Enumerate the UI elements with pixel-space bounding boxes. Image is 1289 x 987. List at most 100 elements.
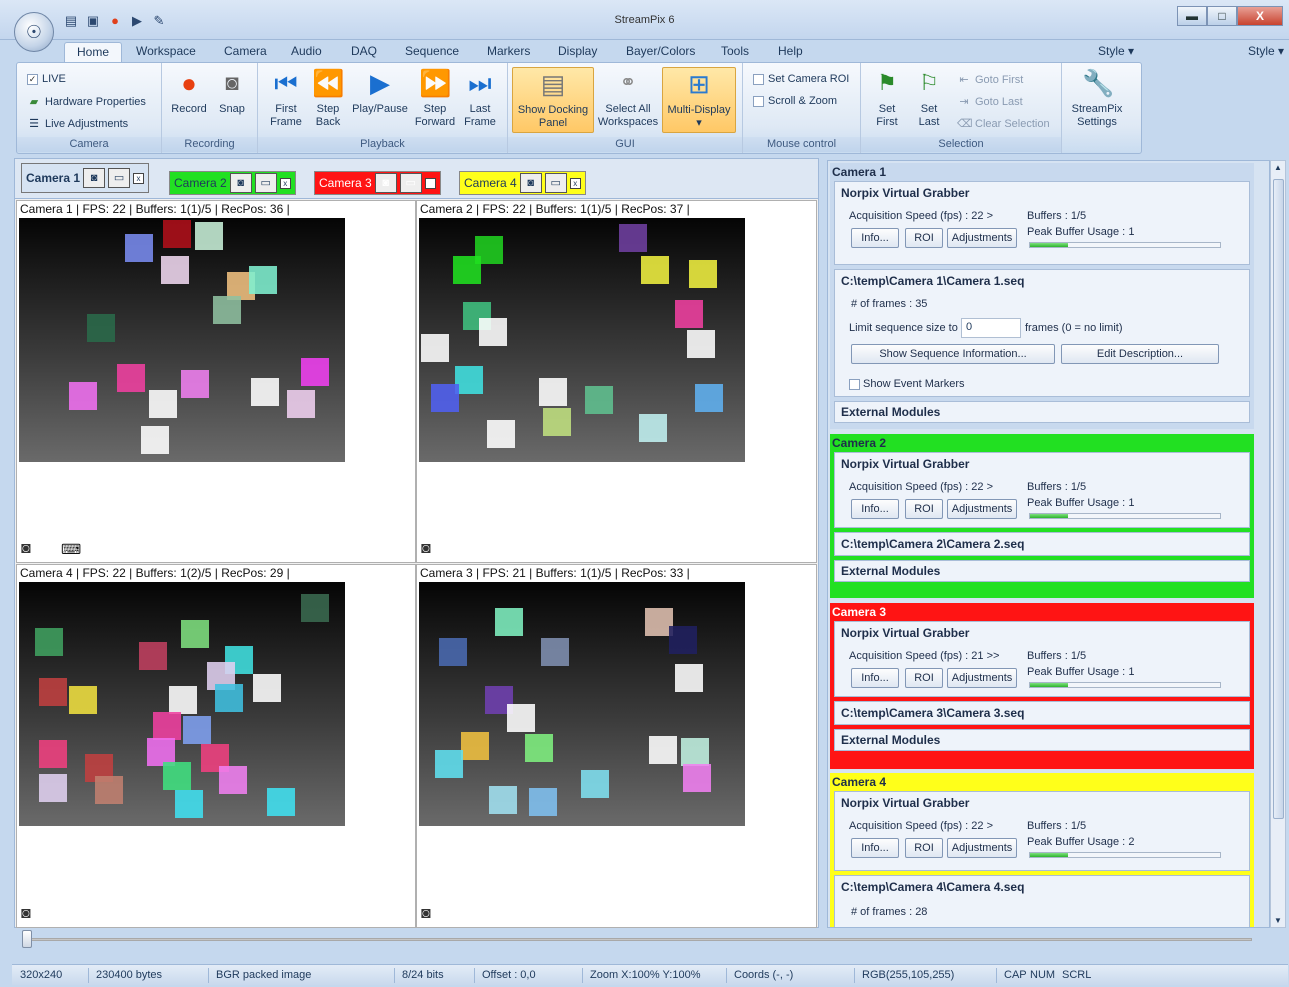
scrollbar-thumb[interactable] xyxy=(1273,179,1284,819)
live-adjustments-button[interactable]: ☰ Live Adjustments xyxy=(27,117,128,131)
camera-tab-1[interactable]: Camera 1 ◙ ▭ x xyxy=(21,163,150,193)
tab-daq[interactable]: DAQ xyxy=(351,44,377,58)
camera-1-view[interactable] xyxy=(19,218,345,462)
edit-description-button[interactable]: Edit Description... xyxy=(1061,344,1219,364)
display-icon[interactable]: ▭ xyxy=(544,173,567,193)
close-icon[interactable]: x xyxy=(133,172,145,184)
grabber-4-name: Norpix Virtual Grabber xyxy=(841,796,970,810)
tab-camera[interactable]: Camera xyxy=(224,44,267,58)
minimize-button[interactable]: ▬ xyxy=(1177,6,1207,26)
play-pause-button[interactable]: ▶ Play/Pause xyxy=(350,67,410,116)
step-forward-label: Step Forward xyxy=(414,103,456,128)
camera-tab-2[interactable]: Camera 2 ◙ ▭ x xyxy=(169,171,296,195)
display-icon[interactable]: ▭ xyxy=(108,168,131,188)
set-first-button[interactable]: ⚑ Set First xyxy=(869,67,905,129)
save-icon[interactable]: ▣ xyxy=(84,12,102,30)
display-icon[interactable]: ▭ xyxy=(399,173,422,193)
adjustments-button-1[interactable]: Adjustments xyxy=(947,228,1017,248)
last-frame-button[interactable]: ⏭ Last Frame xyxy=(460,67,500,129)
tab-tools[interactable]: Tools xyxy=(721,44,749,58)
camera-icon: ◙ xyxy=(21,905,31,922)
camera-3-view[interactable] xyxy=(419,582,745,826)
tab-workspace[interactable]: Workspace xyxy=(136,44,196,58)
close-icon[interactable]: x xyxy=(279,177,291,189)
camera-4-view[interactable] xyxy=(19,582,345,826)
adjustments-button-4[interactable]: Adjustments xyxy=(947,838,1017,858)
scroll-zoom-checkbox[interactable]: Scroll & Zoom xyxy=(753,95,837,107)
tab-bayer-colors[interactable]: Bayer/Colors xyxy=(626,44,695,58)
tools-icon[interactable]: ✎ xyxy=(150,12,168,30)
goto-first-button[interactable]: ⇤ Goto First xyxy=(957,73,1023,87)
set-camera-roi-checkbox[interactable]: Set Camera ROI xyxy=(753,73,849,85)
camera-icon[interactable]: ◙ xyxy=(374,173,397,193)
set-last-button[interactable]: ⚐ Set Last xyxy=(911,67,947,129)
maximize-button[interactable]: □ xyxy=(1207,6,1237,26)
sequence-2-box[interactable]: C:\temp\Camera 2\Camera 2.seq xyxy=(834,532,1250,556)
panel-scrollbar[interactable]: ▲ ▼ xyxy=(1270,160,1286,928)
style-dropdown[interactable]: Style ▾ xyxy=(1098,44,1134,58)
show-event-markers-checkbox[interactable]: Show Event Markers xyxy=(849,378,964,390)
open-icon[interactable]: ▤ xyxy=(62,12,80,30)
tab-markers[interactable]: Markers xyxy=(487,44,530,58)
tab-display[interactable]: Display xyxy=(558,44,597,58)
step-back-button[interactable]: ⏪ Step Back xyxy=(310,67,346,129)
roi-button-3[interactable]: ROI xyxy=(905,668,943,688)
style-label-right: Style xyxy=(1248,44,1275,58)
info-button-2[interactable]: Info... xyxy=(851,499,899,519)
hardware-properties-button[interactable]: ▰ Hardware Properties xyxy=(27,95,146,109)
display-icon[interactable]: ▭ xyxy=(254,173,277,193)
roi-button-4[interactable]: ROI xyxy=(905,838,943,858)
scroll-up-icon[interactable]: ▲ xyxy=(1274,163,1282,172)
external-modules-2[interactable]: External Modules xyxy=(834,560,1250,582)
playback-slider[interactable] xyxy=(14,928,1264,950)
play-icon[interactable]: ▶ xyxy=(128,12,146,30)
multi-display-icon: ⊞ xyxy=(688,69,710,99)
camera-icon[interactable]: ◙ xyxy=(229,173,252,193)
adjustments-button-3[interactable]: Adjustments xyxy=(947,668,1017,688)
tab-help[interactable]: Help xyxy=(778,44,803,58)
goto-last-icon: ⇥ xyxy=(959,96,969,108)
goto-last-button[interactable]: ⇥ Goto Last xyxy=(957,95,1022,109)
camera-2-view[interactable] xyxy=(419,218,745,462)
info-button-4[interactable]: Info... xyxy=(851,838,899,858)
tab-sequence[interactable]: Sequence xyxy=(405,44,459,58)
info-button-3[interactable]: Info... xyxy=(851,668,899,688)
tab-audio[interactable]: Audio xyxy=(291,44,322,58)
record-icon[interactable]: ● xyxy=(106,12,124,30)
close-icon[interactable]: x xyxy=(569,177,581,189)
clear-selection-button[interactable]: ⌫ Clear Selection xyxy=(957,117,1050,131)
camera-2-heading: Camera 2 xyxy=(832,436,887,450)
show-sequence-info-button[interactable]: Show Sequence Information... xyxy=(851,344,1055,364)
limit-sequence-input[interactable]: 0 xyxy=(961,318,1021,338)
roi-button-2[interactable]: ROI xyxy=(905,499,943,519)
application-menu-button[interactable]: ☉ xyxy=(14,12,54,52)
live-checkbox[interactable]: ✓ LIVE xyxy=(27,73,66,85)
show-docking-panel-button[interactable]: ▤ Show Docking Panel xyxy=(512,67,594,133)
roi-button-1[interactable]: ROI xyxy=(905,228,943,248)
camera-tab-4[interactable]: Camera 4 ◙ ▭ x xyxy=(459,171,586,195)
scroll-down-icon[interactable]: ▼ xyxy=(1274,916,1282,925)
close-icon[interactable]: x xyxy=(424,177,436,189)
slider-thumb[interactable] xyxy=(22,930,32,948)
close-button[interactable]: X xyxy=(1237,6,1283,26)
snap-button[interactable]: ◙ Snap xyxy=(214,67,250,116)
camera-icon[interactable]: ◙ xyxy=(519,173,542,193)
style-dropdown-right[interactable]: Style ▾ xyxy=(1248,44,1284,58)
show-event-markers-label: Show Event Markers xyxy=(863,378,965,390)
camera-tab-3[interactable]: Camera 3 ◙ ▭ x xyxy=(314,171,441,195)
first-frame-button[interactable]: ⏮ First Frame xyxy=(266,67,306,129)
camera-icon[interactable]: ◙ xyxy=(83,168,106,188)
checkbox-icon xyxy=(849,378,860,390)
select-all-workspaces-button[interactable]: ⚭ Select All Workspaces xyxy=(596,67,660,129)
sequence-3-box[interactable]: C:\temp\Camera 3\Camera 3.seq xyxy=(834,701,1250,725)
multi-display-button[interactable]: ⊞ Multi-Display ▾ xyxy=(662,67,736,133)
record-button[interactable]: ● Record xyxy=(170,67,208,116)
sequence-4-path: C:\temp\Camera 4\Camera 4.seq xyxy=(841,880,1025,894)
external-modules-3[interactable]: External Modules xyxy=(834,729,1250,751)
info-button-1[interactable]: Info... xyxy=(851,228,899,248)
adjustments-button-2[interactable]: Adjustments xyxy=(947,499,1017,519)
tab-home[interactable]: Home xyxy=(64,42,123,64)
step-forward-button[interactable]: ⏩ Step Forward xyxy=(412,67,458,129)
external-modules-1[interactable]: External Modules xyxy=(834,401,1250,423)
streampix-settings-button[interactable]: 🔧 StreamPix Settings xyxy=(1067,67,1129,129)
